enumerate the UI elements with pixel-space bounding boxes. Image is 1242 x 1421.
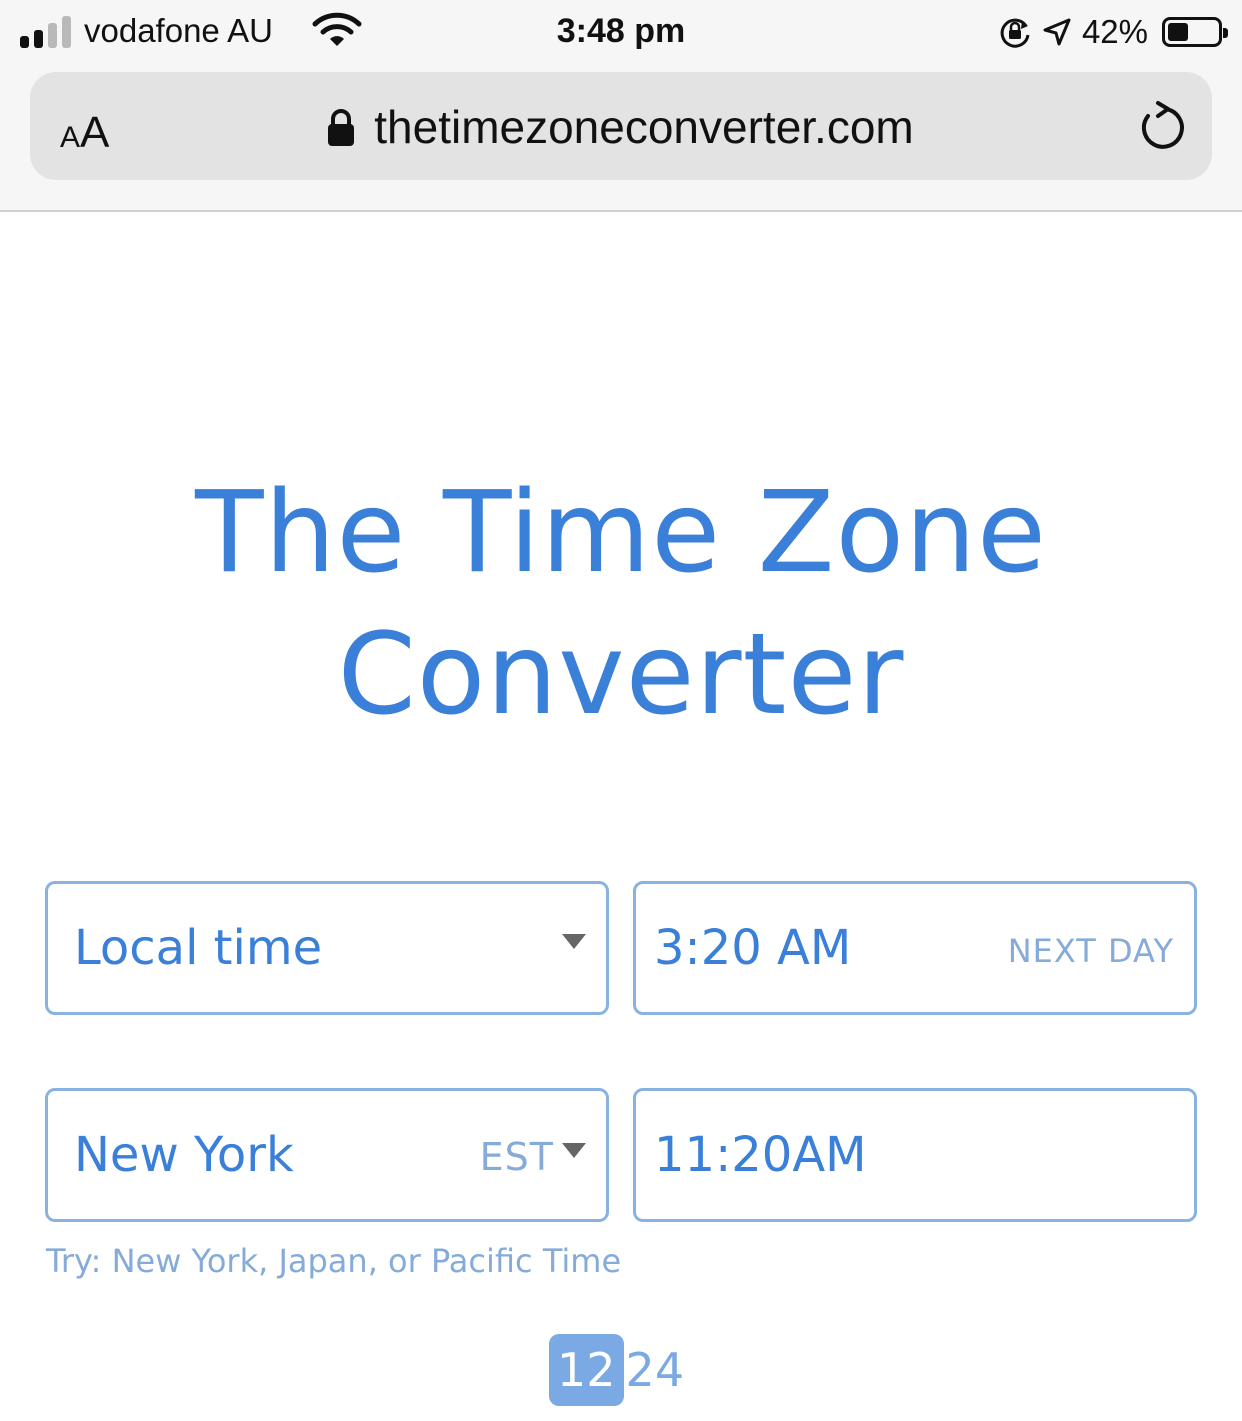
location-arrow-icon — [1043, 18, 1071, 46]
search-hint: Try: New York, Japan, or Pacific Time — [46, 1242, 622, 1280]
format-12-button[interactable]: 12 — [549, 1334, 624, 1406]
status-bar: vodafone AU 3:48 pm 42% — [0, 0, 1242, 64]
zone-select-label: New York — [74, 1127, 294, 1183]
lock-icon — [328, 109, 355, 146]
page-title-line1: The Time Zone — [195, 468, 1047, 598]
page-title: The Time Zone Converter — [0, 462, 1242, 746]
url-text: thetimezoneconverter.com — [374, 101, 914, 153]
battery-percent: 42% — [1081, 13, 1148, 50]
zone-select-local[interactable]: Local time — [45, 881, 609, 1015]
zone-abbreviation: EST — [479, 1135, 554, 1179]
browser-toolbar: AA thetimezoneconverter.com — [0, 64, 1242, 212]
status-right-group: 42% — [998, 10, 1228, 54]
format-24-button[interactable]: 24 — [624, 1334, 693, 1406]
address-bar[interactable]: AA thetimezoneconverter.com — [30, 72, 1212, 180]
time-input-value: 3:20 AM — [654, 920, 852, 976]
orientation-lock-icon — [1000, 18, 1030, 48]
battery-icon — [1162, 17, 1228, 47]
time-format-toggle: 12 24 — [549, 1334, 692, 1406]
chevron-down-icon — [562, 1143, 586, 1158]
page-title-line2: Converter — [337, 610, 905, 740]
chevron-down-icon — [562, 934, 586, 949]
zone-select-label: Local time — [74, 920, 323, 976]
battery-fill — [1168, 23, 1188, 41]
zone-select-new-york[interactable]: New York EST — [45, 1088, 609, 1222]
next-day-label: NEXT DAY — [1007, 932, 1174, 970]
time-input-value: 11:20AM — [654, 1127, 867, 1183]
reload-icon[interactable] — [1136, 100, 1186, 154]
time-input-new-york[interactable]: 11:20AM — [633, 1088, 1197, 1222]
url-display[interactable]: thetimezoneconverter.com — [328, 100, 914, 154]
time-input-local[interactable]: 3:20 AM NEXT DAY — [633, 881, 1197, 1015]
